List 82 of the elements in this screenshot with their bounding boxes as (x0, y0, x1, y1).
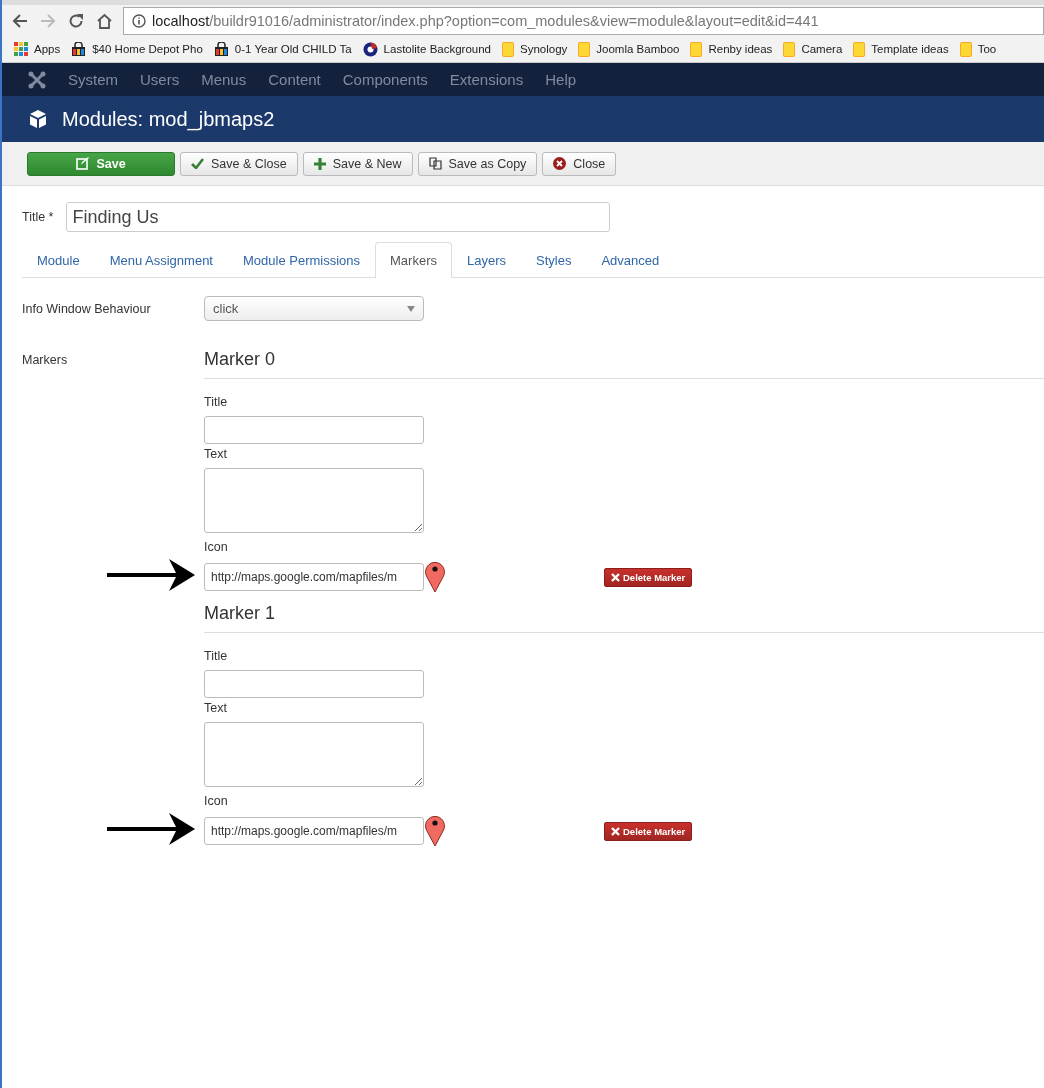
caret-icon (407, 305, 415, 312)
copy-icon (428, 157, 442, 170)
toolbar-button[interactable]: Save (27, 151, 175, 176)
apps-grid-icon (14, 42, 28, 56)
tab[interactable]: Advanced (586, 242, 675, 277)
tab[interactable]: Styles (521, 242, 587, 277)
menu-item[interactable]: Menus (201, 71, 247, 88)
folder-icon (690, 41, 703, 57)
bookmark[interactable]: Synology (520, 43, 568, 55)
bookmark[interactable]: Renby ideas (708, 43, 773, 55)
address-bar[interactable]: localhost/buildr91016/administrator/index.php?option=com_modules&view=module&layout=edit&id=441 (123, 6, 1044, 35)
tab[interactable]: Module (22, 242, 95, 277)
field-label: Title (204, 395, 229, 409)
menu-item[interactable]: System (68, 71, 118, 88)
check-icon (191, 158, 204, 169)
plus-icon (313, 157, 326, 170)
shopping-bag-icon (71, 41, 87, 57)
toolbar-button[interactable]: Save & New (302, 151, 413, 176)
field-label: Text (204, 447, 228, 461)
field-label: Info Window Behaviour (22, 301, 152, 316)
field-label: Icon (204, 540, 229, 554)
folder-icon (783, 41, 796, 57)
delete-marker-button[interactable]: Delete Marker (604, 567, 693, 587)
folder-icon (853, 41, 866, 57)
text-area[interactable] (204, 468, 424, 533)
toolbar-button[interactable]: Close (542, 151, 617, 176)
bookmark[interactable]: Template ideas (871, 43, 949, 55)
tab[interactable]: Menu Assignment (94, 242, 228, 277)
shopping-bag-icon (213, 41, 229, 57)
bookmark[interactable]: Too (977, 43, 997, 55)
folder-icon (502, 41, 514, 57)
title-field[interactable]: Finding Us (65, 202, 610, 232)
delete-marker-button[interactable]: Delete Marker (604, 821, 693, 841)
url-text: localhost/buildr91016/administrator/index.php?option=com_modules&view=module&layout=edit&id=441 (152, 12, 819, 29)
arrow-icon (107, 558, 195, 592)
forward-icon[interactable] (40, 12, 56, 29)
edit-icon (76, 157, 90, 170)
toolbar-button[interactable]: Save & Close (180, 151, 298, 176)
aperture-icon (362, 41, 378, 57)
tab[interactable]: Module Permissions (228, 242, 376, 277)
bookmark[interactable]: $40 Home Depot Pho (92, 43, 203, 55)
home-icon[interactable] (96, 12, 113, 29)
field-label: Text (204, 701, 228, 715)
tab[interactable]: Layers (452, 242, 521, 277)
close-icon (611, 572, 620, 582)
map-pin-icon (424, 559, 446, 593)
close-icon (553, 157, 567, 170)
field-label: Title * (22, 210, 54, 224)
bookmark[interactable]: Apps (34, 43, 61, 55)
field-label: Markers (22, 352, 69, 367)
info-icon (132, 13, 146, 28)
joomla-logo-icon[interactable] (28, 70, 46, 89)
folder-icon (959, 41, 972, 57)
input-field[interactable] (204, 416, 424, 444)
icon-url-field[interactable]: http://maps.google.com/mapfiles/m (204, 563, 424, 591)
toolbar-button[interactable]: Save as Copy (417, 151, 538, 176)
bookmark[interactable]: Joomla Bamboo (596, 43, 680, 55)
menu-item[interactable]: Users (140, 71, 180, 88)
page-title: Modules: mod_jbmaps2 (62, 107, 275, 131)
field-label: Title (204, 649, 229, 663)
text-area[interactable] (204, 722, 424, 787)
input-field[interactable] (204, 670, 424, 698)
map-pin-icon (424, 813, 446, 847)
bookmark[interactable]: Lastolite Background (383, 43, 491, 55)
reload-icon[interactable] (68, 12, 84, 29)
behaviour-dropdown[interactable]: click (204, 296, 424, 321)
bookmark[interactable]: Camera (801, 43, 843, 55)
menu-item[interactable]: Components (342, 71, 428, 88)
menu-item[interactable]: Content (268, 71, 321, 88)
arrow-icon (107, 812, 195, 846)
field-label: Icon (204, 794, 229, 808)
back-icon[interactable] (12, 12, 28, 29)
marker-heading: Marker 0 (204, 347, 1044, 379)
bookmark[interactable]: 0-1 Year Old CHILD Ta (234, 43, 352, 55)
icon-url-field[interactable]: http://maps.google.com/mapfiles/m (204, 817, 424, 845)
menu-item[interactable]: Extensions (449, 71, 524, 88)
close-icon (611, 826, 620, 836)
cube-icon (28, 109, 48, 129)
tab[interactable]: Markers (375, 242, 452, 278)
folder-icon (578, 41, 591, 57)
marker-heading: Marker 1 (204, 601, 1044, 633)
menu-item[interactable]: Help (545, 71, 577, 88)
